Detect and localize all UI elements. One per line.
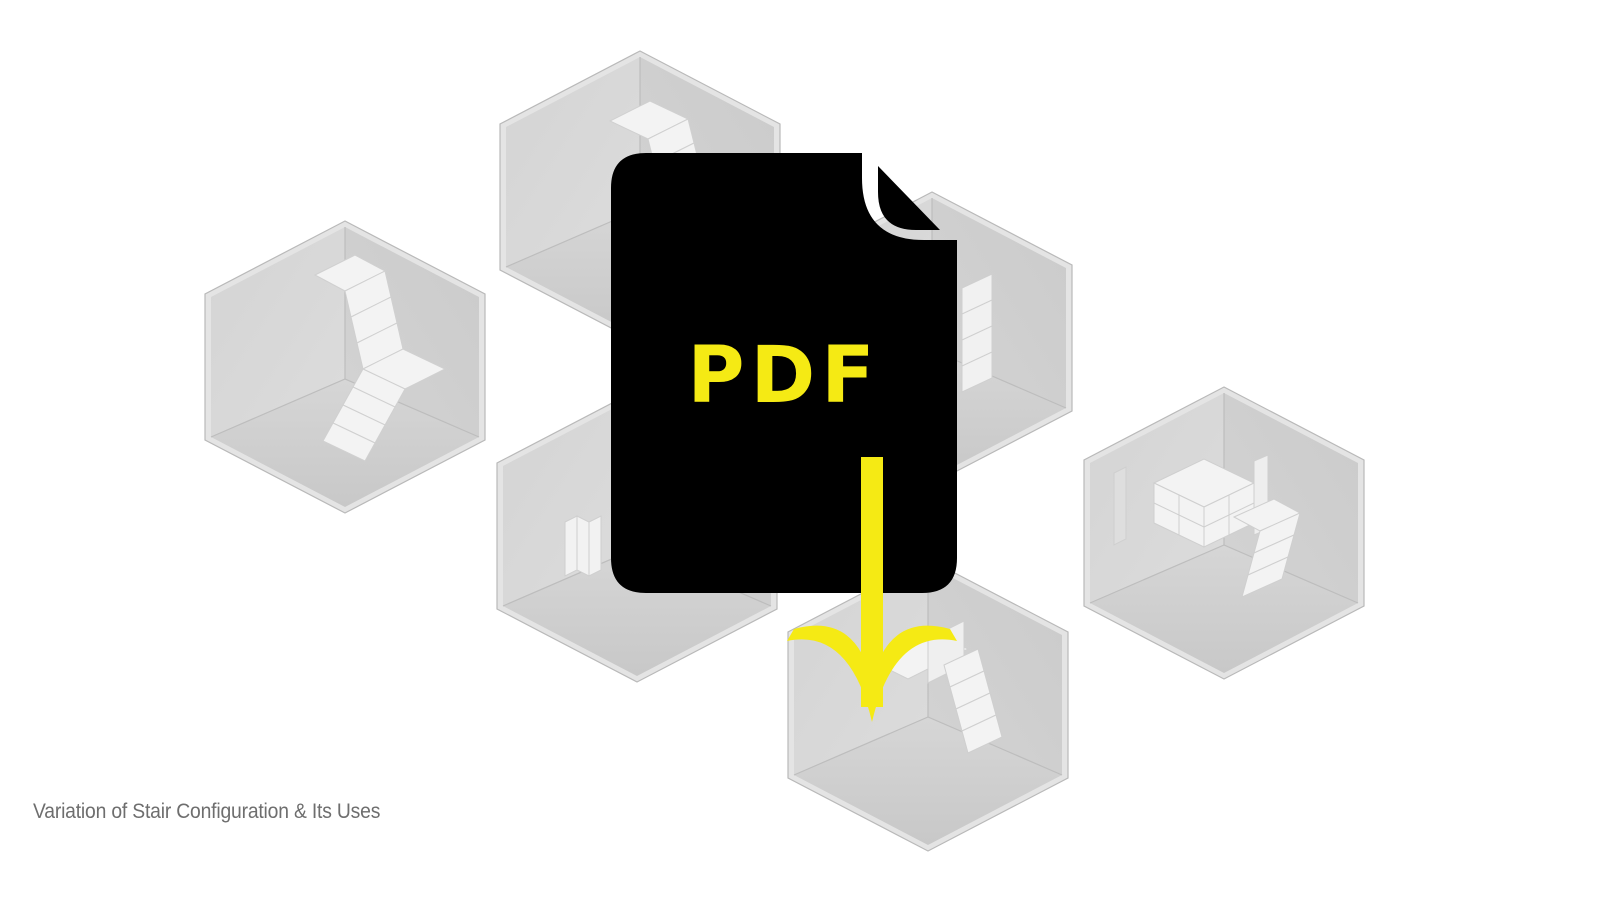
illustration: PDF xyxy=(204,50,1365,852)
room-corner-stair xyxy=(787,558,1069,852)
room-bookshelf-stair xyxy=(1083,386,1365,680)
slide: PDF Variation of Stair Configuration & I… xyxy=(0,0,1600,899)
pdf-label: PDF xyxy=(687,331,880,421)
slide-caption: Variation of Stair Configuration & Its U… xyxy=(33,800,381,823)
room-switchback-stair xyxy=(204,220,486,514)
